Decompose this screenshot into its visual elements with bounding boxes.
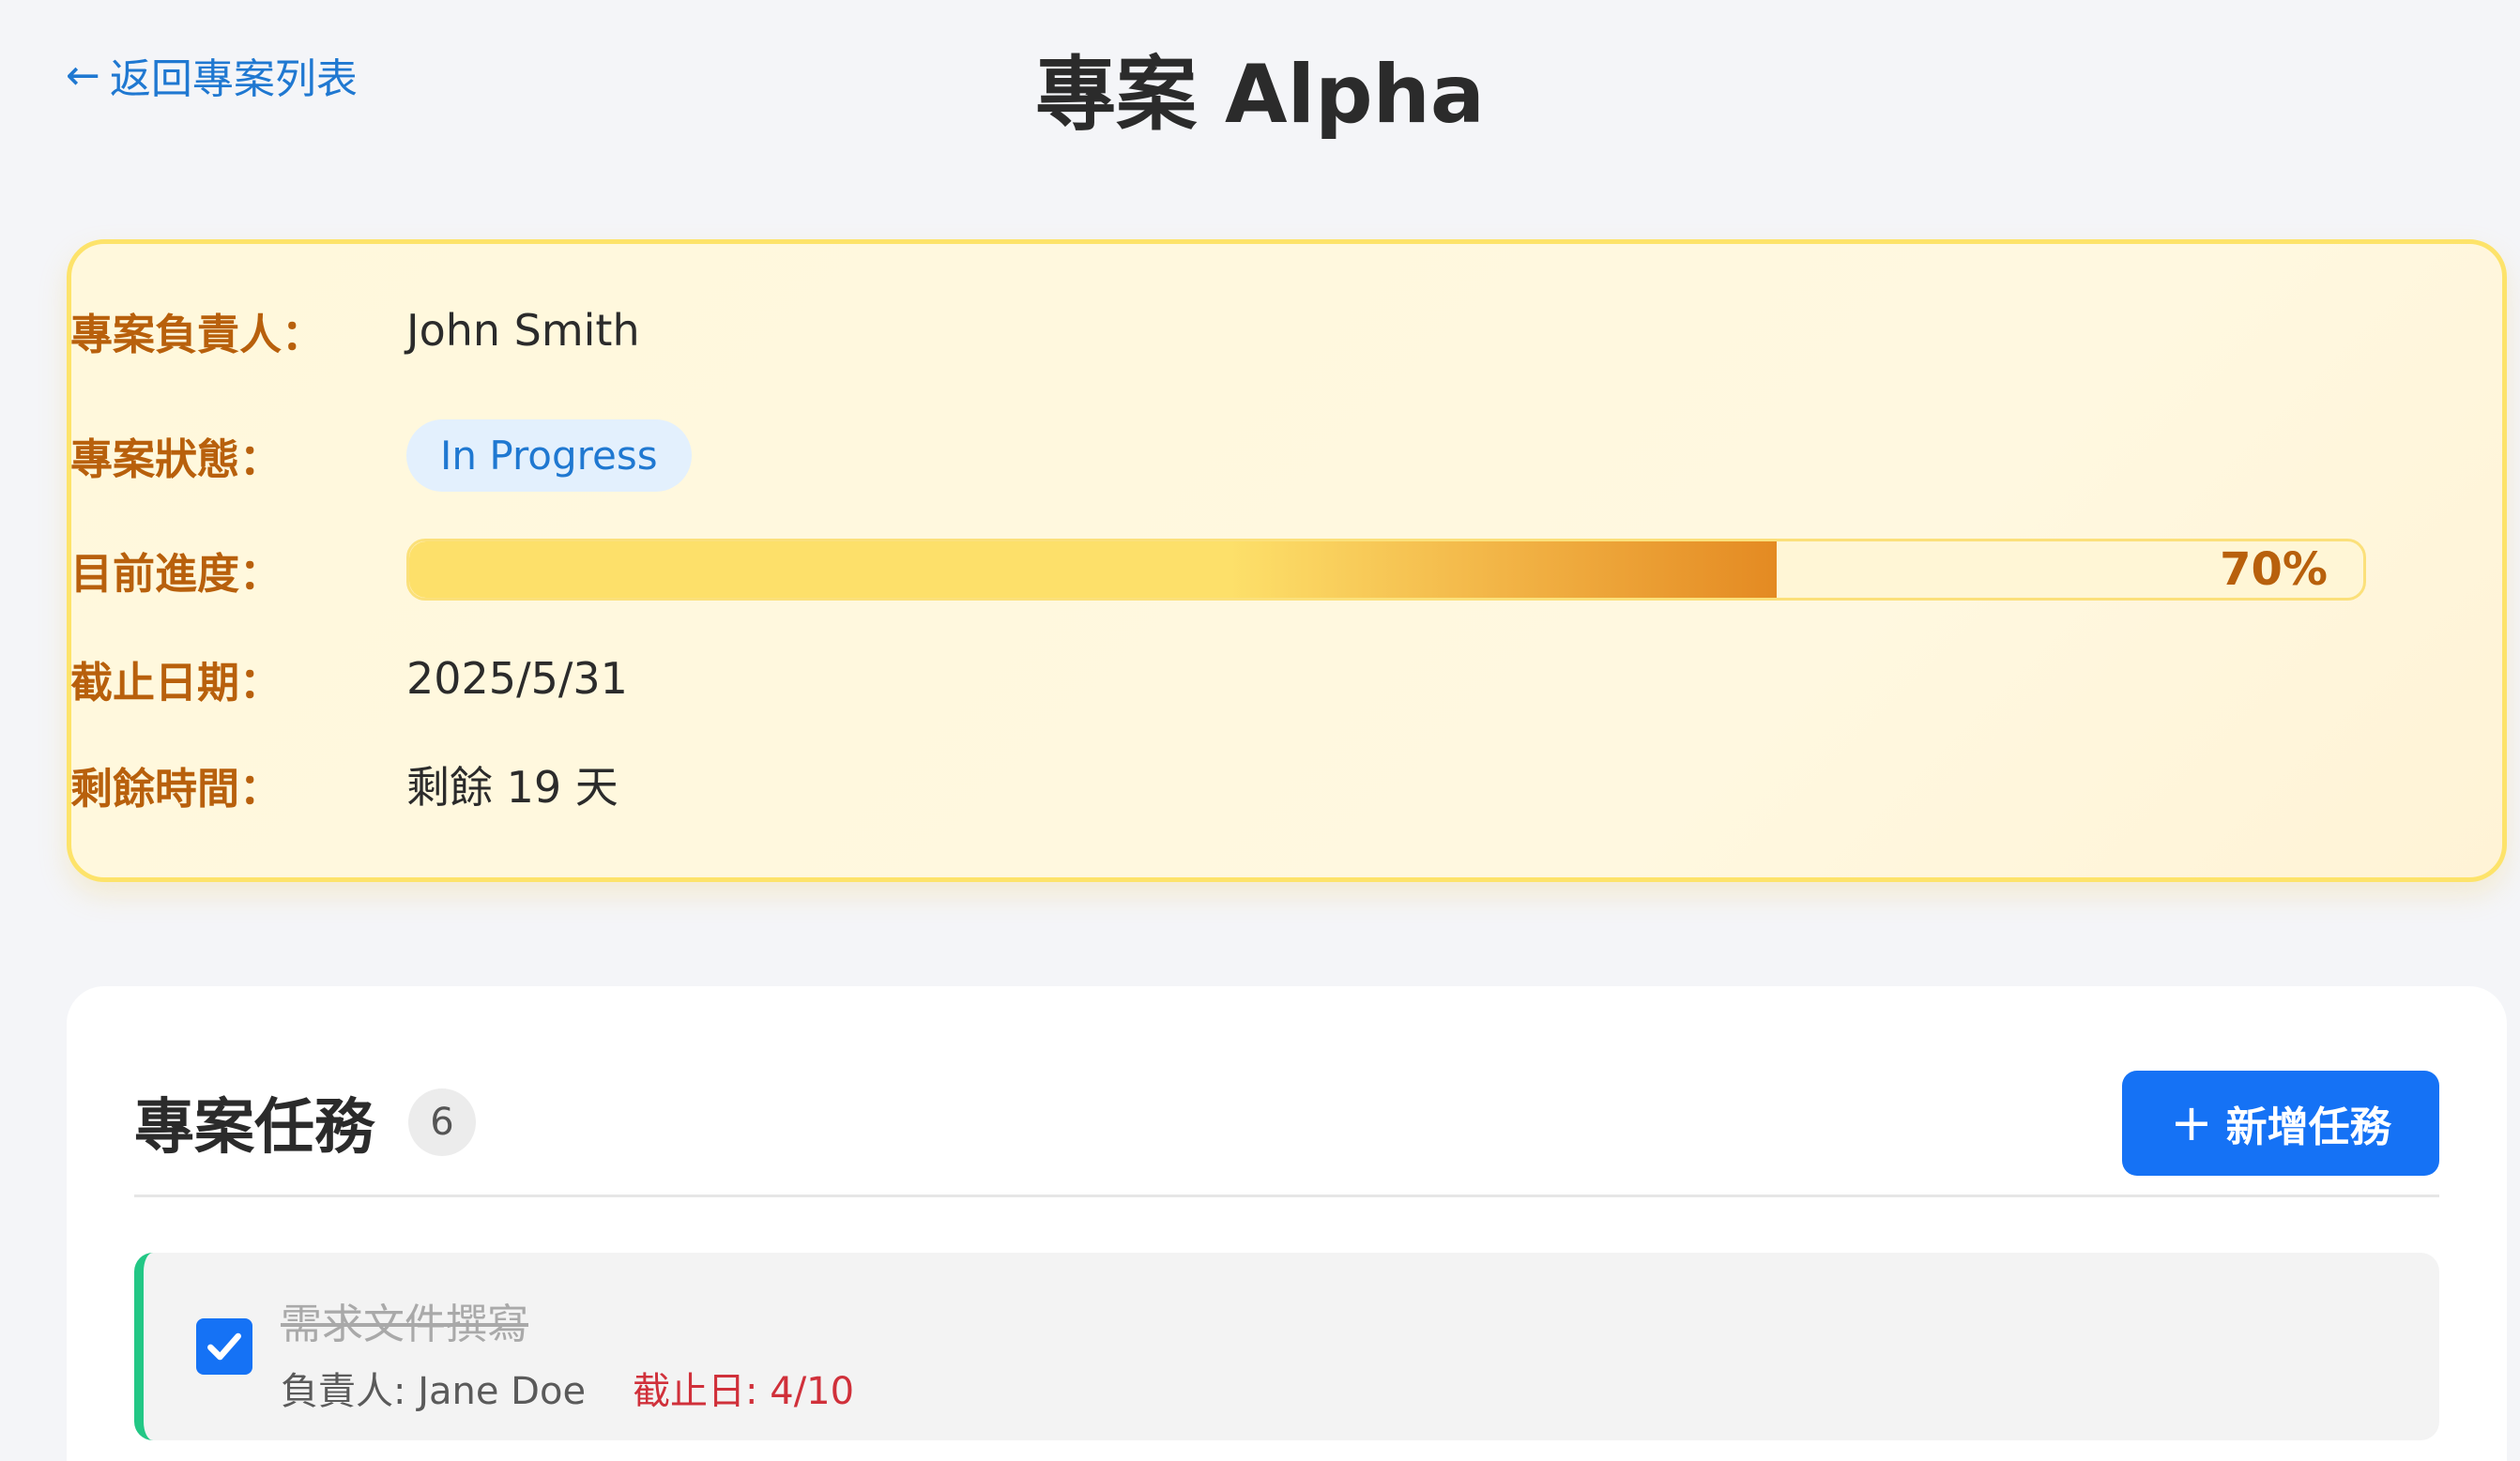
task-due-date: 截止日: 4/10 — [633, 1370, 855, 1413]
progress-label: 目前進度： — [70, 548, 283, 599]
project-detail-page: ← 返回專案列表 專案 Alpha 專案負責人： John Smith 專案狀態… — [0, 0, 2520, 1461]
deadline-row: 截止日期： 2025/5/31 — [70, 641, 2450, 716]
tasks-count-badge: 6 — [408, 1088, 476, 1156]
owner-row: 專案負責人： John Smith — [70, 293, 2450, 368]
tasks-title: 專案任務 — [134, 1093, 374, 1163]
owner-label: 專案負責人： — [70, 309, 325, 359]
task-item: 需求文件撰寫 負責人: Jane Doe 截止日: 4/10 — [134, 1253, 2439, 1440]
progress-row: 目前進度： 70% — [70, 532, 2450, 607]
progress-bar-fill — [409, 541, 1778, 598]
tasks-card: 專案任務 6 + 新增任務 需求文件撰寫 負責人: Jane Doe 截止日: … — [67, 986, 2507, 1461]
check-icon — [207, 1332, 241, 1361]
task-name[interactable]: 需求文件撰寫 — [281, 1290, 528, 1350]
page-title: 專案 Alpha — [1035, 48, 1485, 142]
add-task-label: 新增任務 — [2225, 1103, 2391, 1151]
tasks-header: 專案任務 6 + 新增任務 — [134, 1071, 2439, 1176]
deadline-label: 截止日期： — [70, 657, 283, 708]
remaining-value: 剩餘 19 天 — [406, 762, 619, 813]
add-task-button[interactable]: + 新增任務 — [2122, 1071, 2439, 1176]
status-badge: In Progress — [406, 419, 692, 492]
status-row: 專案狀態： In Progress — [70, 418, 2450, 493]
owner-value: John Smith — [406, 305, 640, 356]
task-checkbox[interactable] — [196, 1318, 252, 1375]
deadline-value: 2025/5/31 — [406, 653, 628, 704]
remaining-row: 剩餘時間： 剩餘 19 天 — [70, 747, 2450, 822]
progress-percent: 70% — [2220, 543, 2328, 596]
task-meta: 負責人: Jane Doe 截止日: 4/10 — [281, 1361, 854, 1415]
task-assignee: 負責人: Jane Doe — [281, 1370, 587, 1413]
tasks-divider — [134, 1195, 2439, 1197]
remaining-label: 剩餘時間： — [70, 763, 283, 814]
progress-bar: 70% — [406, 539, 2366, 601]
plus-icon: + — [2170, 1093, 2213, 1152]
status-label: 專案狀態： — [70, 434, 283, 484]
